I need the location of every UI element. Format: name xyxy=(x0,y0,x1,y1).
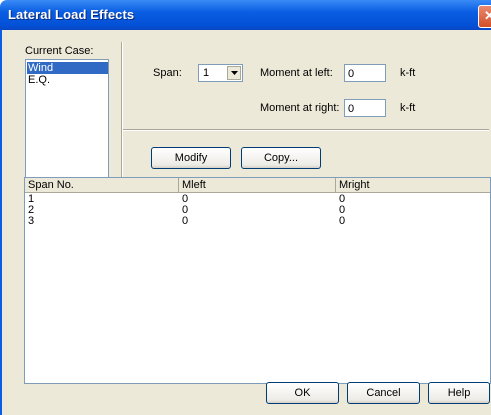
moment-right-input[interactable]: 0 xyxy=(344,99,386,117)
ok-button[interactable]: OK xyxy=(266,382,339,404)
moment-right-label: Moment at right: xyxy=(260,102,340,114)
chevron-down-icon xyxy=(231,71,238,75)
span-dropdown[interactable]: 1 xyxy=(198,64,243,82)
span-moments-table[interactable]: Span No. Mleft Mright 1 0 0 2 0 0 3 0 0 xyxy=(24,177,491,384)
cell-mleft: 0 xyxy=(182,215,189,227)
case-item-wind[interactable]: Wind xyxy=(27,62,108,74)
cell-mright: 0 xyxy=(339,215,346,227)
cell-span-no: 3 xyxy=(28,215,35,227)
dropdown-arrow-button[interactable] xyxy=(227,66,241,80)
copy-button[interactable]: Copy... xyxy=(241,147,321,169)
column-header-span-no[interactable]: Span No. xyxy=(25,178,179,192)
span-value: 1 xyxy=(203,67,210,79)
dialog-client-area: Current Case: Wind E.Q. Span: 1 Moment a… xyxy=(0,30,491,415)
table-row[interactable]: 1 0 0 xyxy=(25,194,490,205)
help-button[interactable]: Help xyxy=(428,382,490,404)
current-case-listbox[interactable]: Wind E.Q. xyxy=(25,59,109,191)
moment-left-unit: k-ft xyxy=(400,67,416,79)
close-icon: ✕ xyxy=(484,8,491,23)
moment-left-input[interactable]: 0 xyxy=(344,64,386,82)
window-title: Lateral Load Effects xyxy=(8,7,135,22)
table-header: Span No. Mleft Mright xyxy=(25,178,490,193)
moment-left-label: Moment at left: xyxy=(260,67,333,79)
table-row[interactable]: 2 0 0 xyxy=(25,205,490,216)
modify-button[interactable]: Modify xyxy=(151,147,231,169)
current-case-label: Current Case: xyxy=(25,45,94,57)
moment-right-unit: k-ft xyxy=(400,102,416,114)
close-button[interactable]: ✕ xyxy=(478,5,491,28)
lateral-load-effects-dialog: Lateral Load Effects ✕ Current Case: Win… xyxy=(0,0,491,415)
span-label: Span: xyxy=(153,67,182,79)
case-item-eq[interactable]: E.Q. xyxy=(27,74,108,86)
vertical-divider xyxy=(121,42,123,194)
cancel-button[interactable]: Cancel xyxy=(347,382,420,404)
column-header-mleft[interactable]: Mleft xyxy=(179,178,336,192)
column-header-mright[interactable]: Mright xyxy=(336,178,490,192)
table-row[interactable]: 3 0 0 xyxy=(25,215,490,227)
title-bar[interactable]: Lateral Load Effects ✕ xyxy=(0,0,491,30)
horizontal-divider xyxy=(123,129,489,131)
